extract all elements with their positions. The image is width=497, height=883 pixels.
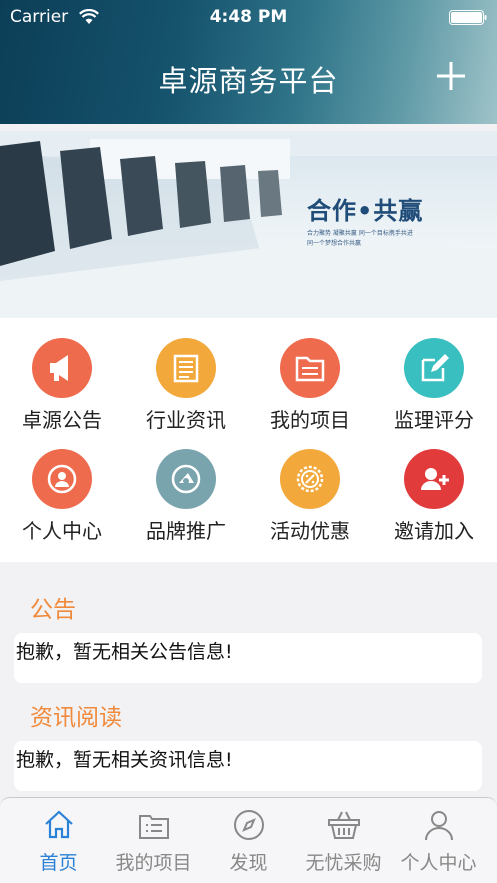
grid-item-supervision-score[interactable]: 监理评分 [372,318,496,432]
news-section-title: 资讯阅读 [30,705,122,731]
grid-label: 个人中心 [22,519,102,543]
megaphone-icon [32,338,92,398]
page-title: 卓源商务平台 [158,64,339,98]
announcement-empty-text: 抱歉，暂无相关公告信息! [16,641,233,663]
edit-icon [404,338,464,398]
tab-bar: 首页 我的项目 发现 无忧采购 个人中心 [0,797,497,883]
status-time: 4:48 PM [209,7,288,27]
banner-subtitle: 合力聚势 凝聚共赢 同一个目标携手共进 同一个梦想合作共赢 [307,229,413,249]
grid-item-my-projects[interactable]: 我的项目 [248,318,372,432]
news-card: 抱歉，暂无相关资讯信息! [14,741,482,791]
discount-icon [280,449,340,509]
newspaper-icon [156,338,216,398]
status-bar: Carrier 4:48 PM [0,0,497,36]
brand-icon [156,449,216,509]
battery-icon [449,10,487,25]
banner-subtitle-line1: 合力聚势 凝聚共赢 同一个目标携手共进 [307,230,413,237]
grid-item-promotions[interactable]: 活动优惠 [248,429,372,543]
announcement-section-title: 公告 [30,597,76,623]
grid-item-personal-center[interactable]: 个人中心 [0,429,124,543]
grid-item-announcement[interactable]: 卓源公告 [0,318,124,432]
grid-label: 活动优惠 [270,519,350,543]
user-icon [32,449,92,509]
announcement-card: 抱歉，暂无相关公告信息! [14,633,482,683]
grid-item-industry-news[interactable]: 行业资讯 [124,318,248,432]
person-icon [425,811,453,841]
news-empty-text: 抱歉，暂无相关资讯信息! [16,749,233,771]
banner-slogan: 合作•共赢 [307,197,424,225]
grid-label: 品牌推广 [146,519,226,543]
grid-item-invite[interactable]: 邀请加入 [372,429,496,543]
grid-item-brand-promotion[interactable]: 品牌推广 [124,429,248,543]
tab-label: 个人中心 [400,852,477,874]
add-button[interactable] [435,60,467,92]
compass-icon [234,810,264,840]
banner-subtitle-line2: 同一个梦想合作共赢 [307,240,362,247]
list-icon [139,815,169,839]
home-icon [45,810,73,839]
navigation-header: Carrier 4:48 PM 卓源商务平台 [0,0,497,124]
function-grid: 卓源公告 行业资讯 我的项目 监理评分 个人中心 品牌推广 活动优惠 邀请加入 [0,318,497,562]
folder-icon [280,338,340,398]
grid-label: 邀请加入 [394,519,474,543]
add-user-icon [404,449,464,509]
basket-icon [328,811,360,839]
tab-personal-center[interactable]: 个人中心 [389,798,488,883]
